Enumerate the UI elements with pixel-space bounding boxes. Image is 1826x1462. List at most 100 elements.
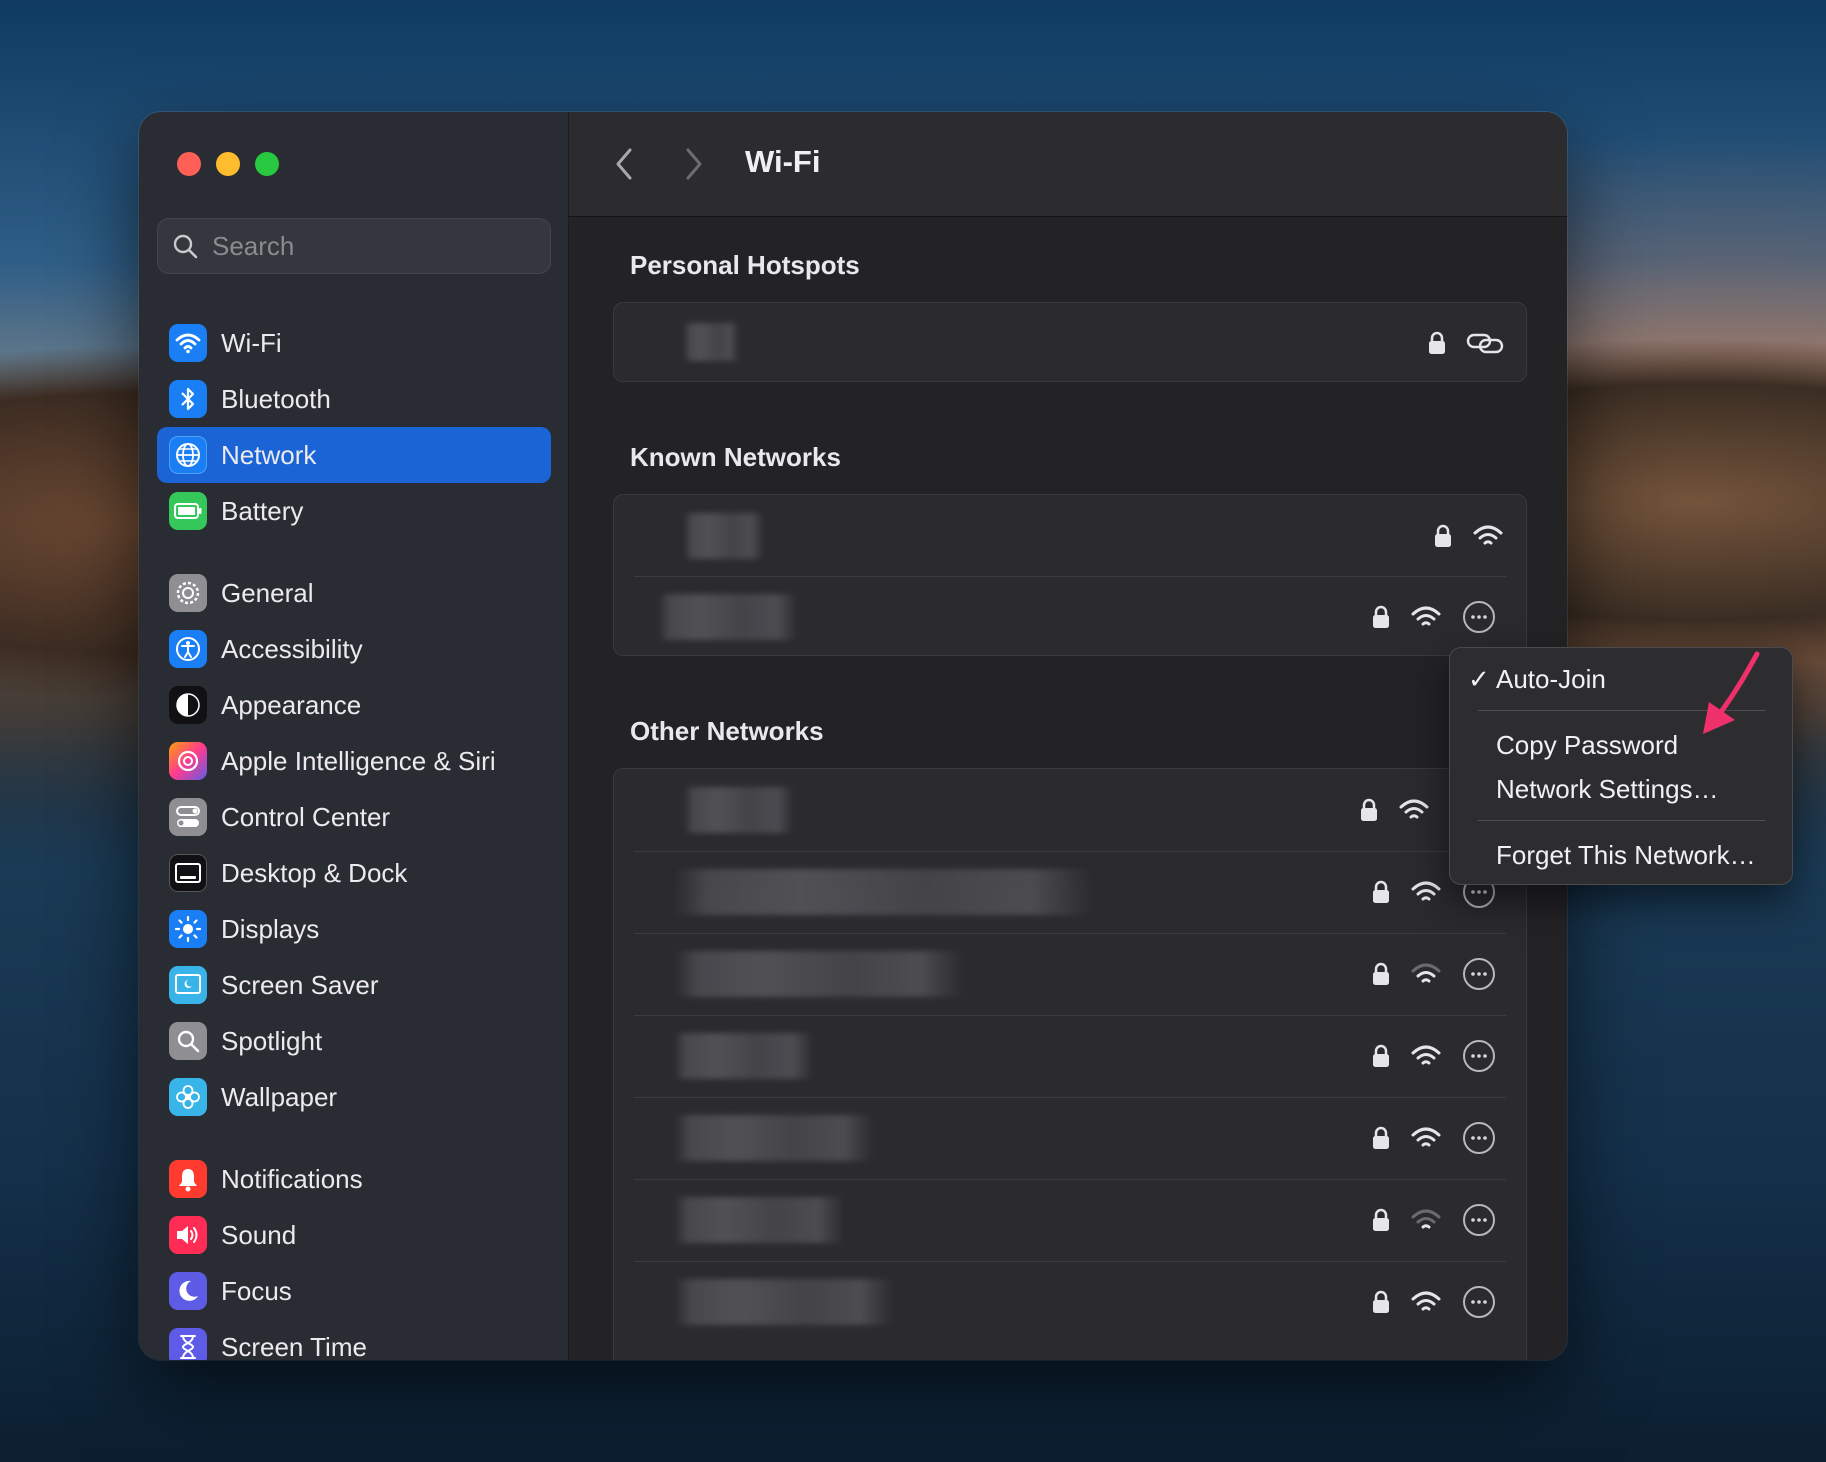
other-network-row[interactable] <box>614 1179 1526 1261</box>
sidebar-item-accessibility[interactable]: Accessibility <box>157 621 551 677</box>
checkmark-icon: ✓ <box>1468 664 1490 694</box>
known-network-row[interactable] <box>614 576 1526 655</box>
more-options-icon[interactable] <box>1462 1203 1496 1237</box>
hotspot-name-redacted <box>684 323 739 361</box>
sidebar-item-label: Apple Intelligence & Siri <box>221 745 496 776</box>
sidebar-item-label: Screen Saver <box>221 969 379 1000</box>
sidebar-item-wallpaper[interactable]: Wallpaper <box>157 1069 551 1125</box>
sidebar-item-label: Displays <box>221 913 320 944</box>
more-options-icon[interactable] <box>1462 1121 1496 1155</box>
other-network-row[interactable] <box>614 933 1526 1015</box>
back-arrow-icon[interactable] <box>613 146 635 182</box>
network-name-redacted <box>674 869 1094 915</box>
bell-icon <box>169 1160 207 1198</box>
sidebar-item-label: Wallpaper <box>221 1081 338 1112</box>
sidebar-item-apple-intelligence[interactable]: Apple Intelligence & Siri <box>157 733 551 789</box>
menu-item-auto-join[interactable]: Auto-Join <box>1496 664 1606 695</box>
wifi-signal-icon <box>1411 881 1441 901</box>
lock-icon <box>1429 331 1445 354</box>
known-network-row[interactable] <box>614 495 1526 576</box>
sidebar-item-screen-saver[interactable]: Screen Saver <box>157 957 551 1013</box>
minimize-window-button[interactable] <box>216 152 240 176</box>
close-window-button[interactable] <box>177 152 201 176</box>
sidebar-item-wifi[interactable]: Wi-Fi <box>157 315 551 371</box>
network-name-redacted <box>684 787 794 833</box>
screen-saver-icon <box>169 966 207 1004</box>
other-network-row[interactable] <box>614 1097 1526 1179</box>
lock-icon <box>1435 524 1451 547</box>
accessibility-icon <box>169 630 207 668</box>
sidebar-item-desktop-dock[interactable]: Desktop & Dock <box>157 845 551 901</box>
more-options-icon[interactable] <box>1462 600 1496 634</box>
section-title-hotspots: Personal Hotspots <box>630 250 860 280</box>
sidebar-item-label: Focus <box>221 1275 292 1306</box>
known-networks-group <box>613 494 1527 656</box>
dock-icon <box>169 854 207 892</box>
network-name-redacted <box>674 1279 894 1325</box>
wifi-weak-signal-icon <box>1411 963 1441 983</box>
sidebar-item-focus[interactable]: Focus <box>157 1263 551 1319</box>
page-title: Wi-Fi <box>745 144 821 179</box>
flower-icon <box>169 1078 207 1116</box>
wifi-signal-icon <box>1399 799 1429 819</box>
network-name-redacted <box>674 1197 844 1243</box>
sidebar-item-control-center[interactable]: Control Center <box>157 789 551 845</box>
more-options-icon[interactable] <box>1462 1039 1496 1073</box>
sidebar-item-general[interactable]: General <box>157 565 551 621</box>
network-name-redacted <box>684 513 764 559</box>
sidebar-item-spotlight[interactable]: Spotlight <box>157 1013 551 1069</box>
toolbar: Wi-Fi <box>569 112 1567 217</box>
sidebar-item-battery[interactable]: Battery <box>157 483 551 539</box>
bluetooth-icon <box>169 380 207 418</box>
lock-icon <box>1373 1208 1389 1231</box>
wifi-signal-icon <box>1473 525 1503 544</box>
other-network-row[interactable] <box>614 1261 1526 1343</box>
menu-item-copy-password[interactable]: Copy Password <box>1496 730 1678 761</box>
menu-item-network-settings[interactable]: Network Settings… <box>1496 774 1719 805</box>
network-name-redacted <box>674 1115 874 1161</box>
sidebar-item-label: Spotlight <box>221 1025 323 1056</box>
sidebar-item-label: Control Center <box>221 801 391 832</box>
appearance-icon <box>169 686 207 724</box>
wifi-signal-icon <box>1411 1291 1441 1311</box>
link-icon <box>1466 333 1504 354</box>
sidebar-item-sound[interactable]: Sound <box>157 1207 551 1263</box>
settings-window: Wi-Fi Bluetooth Network Battery <box>139 112 1567 1360</box>
menu-divider <box>1478 820 1766 821</box>
annotation-arrow-icon <box>1703 651 1760 734</box>
hourglass-icon <box>169 1328 207 1360</box>
network-name-redacted <box>658 594 798 640</box>
network-name-redacted <box>674 951 964 997</box>
network-name-redacted <box>674 1033 814 1079</box>
forward-arrow-icon[interactable] <box>683 146 705 182</box>
sidebar-item-displays[interactable]: Displays <box>157 901 551 957</box>
zoom-window-button[interactable] <box>255 152 279 176</box>
other-network-row[interactable] <box>614 851 1526 933</box>
search-field[interactable] <box>157 218 551 274</box>
sidebar-item-screen-time[interactable]: Screen Time <box>157 1319 551 1360</box>
sidebar-item-network[interactable]: Network <box>157 427 551 483</box>
sidebar-item-notifications[interactable]: Notifications <box>157 1151 551 1207</box>
search-icon <box>173 234 198 259</box>
wifi-signal-icon <box>1411 606 1441 625</box>
search-input[interactable] <box>210 229 534 263</box>
other-network-row[interactable] <box>614 769 1526 851</box>
sidebar-item-label: Sound <box>221 1219 297 1250</box>
more-options-icon[interactable] <box>1462 957 1496 991</box>
other-network-row[interactable] <box>614 1015 1526 1097</box>
hotspot-row[interactable] <box>614 303 1526 381</box>
control-center-icon <box>169 798 207 836</box>
lock-icon <box>1373 1126 1389 1149</box>
menu-item-forget-network[interactable]: Forget This Network… <box>1496 840 1756 871</box>
sidebar-item-bluetooth[interactable]: Bluetooth <box>157 371 551 427</box>
sidebar-item-appearance[interactable]: Appearance <box>157 677 551 733</box>
sidebar-item-label: Desktop & Dock <box>221 857 408 888</box>
siri-icon <box>169 742 207 780</box>
moon-icon <box>169 1272 207 1310</box>
lock-icon <box>1361 798 1377 821</box>
wifi-icon <box>169 324 207 362</box>
hotspots-group <box>613 302 1527 382</box>
sidebar: Wi-Fi Bluetooth Network Battery <box>139 112 569 1360</box>
more-options-icon[interactable] <box>1462 1285 1496 1319</box>
battery-icon <box>169 492 207 530</box>
